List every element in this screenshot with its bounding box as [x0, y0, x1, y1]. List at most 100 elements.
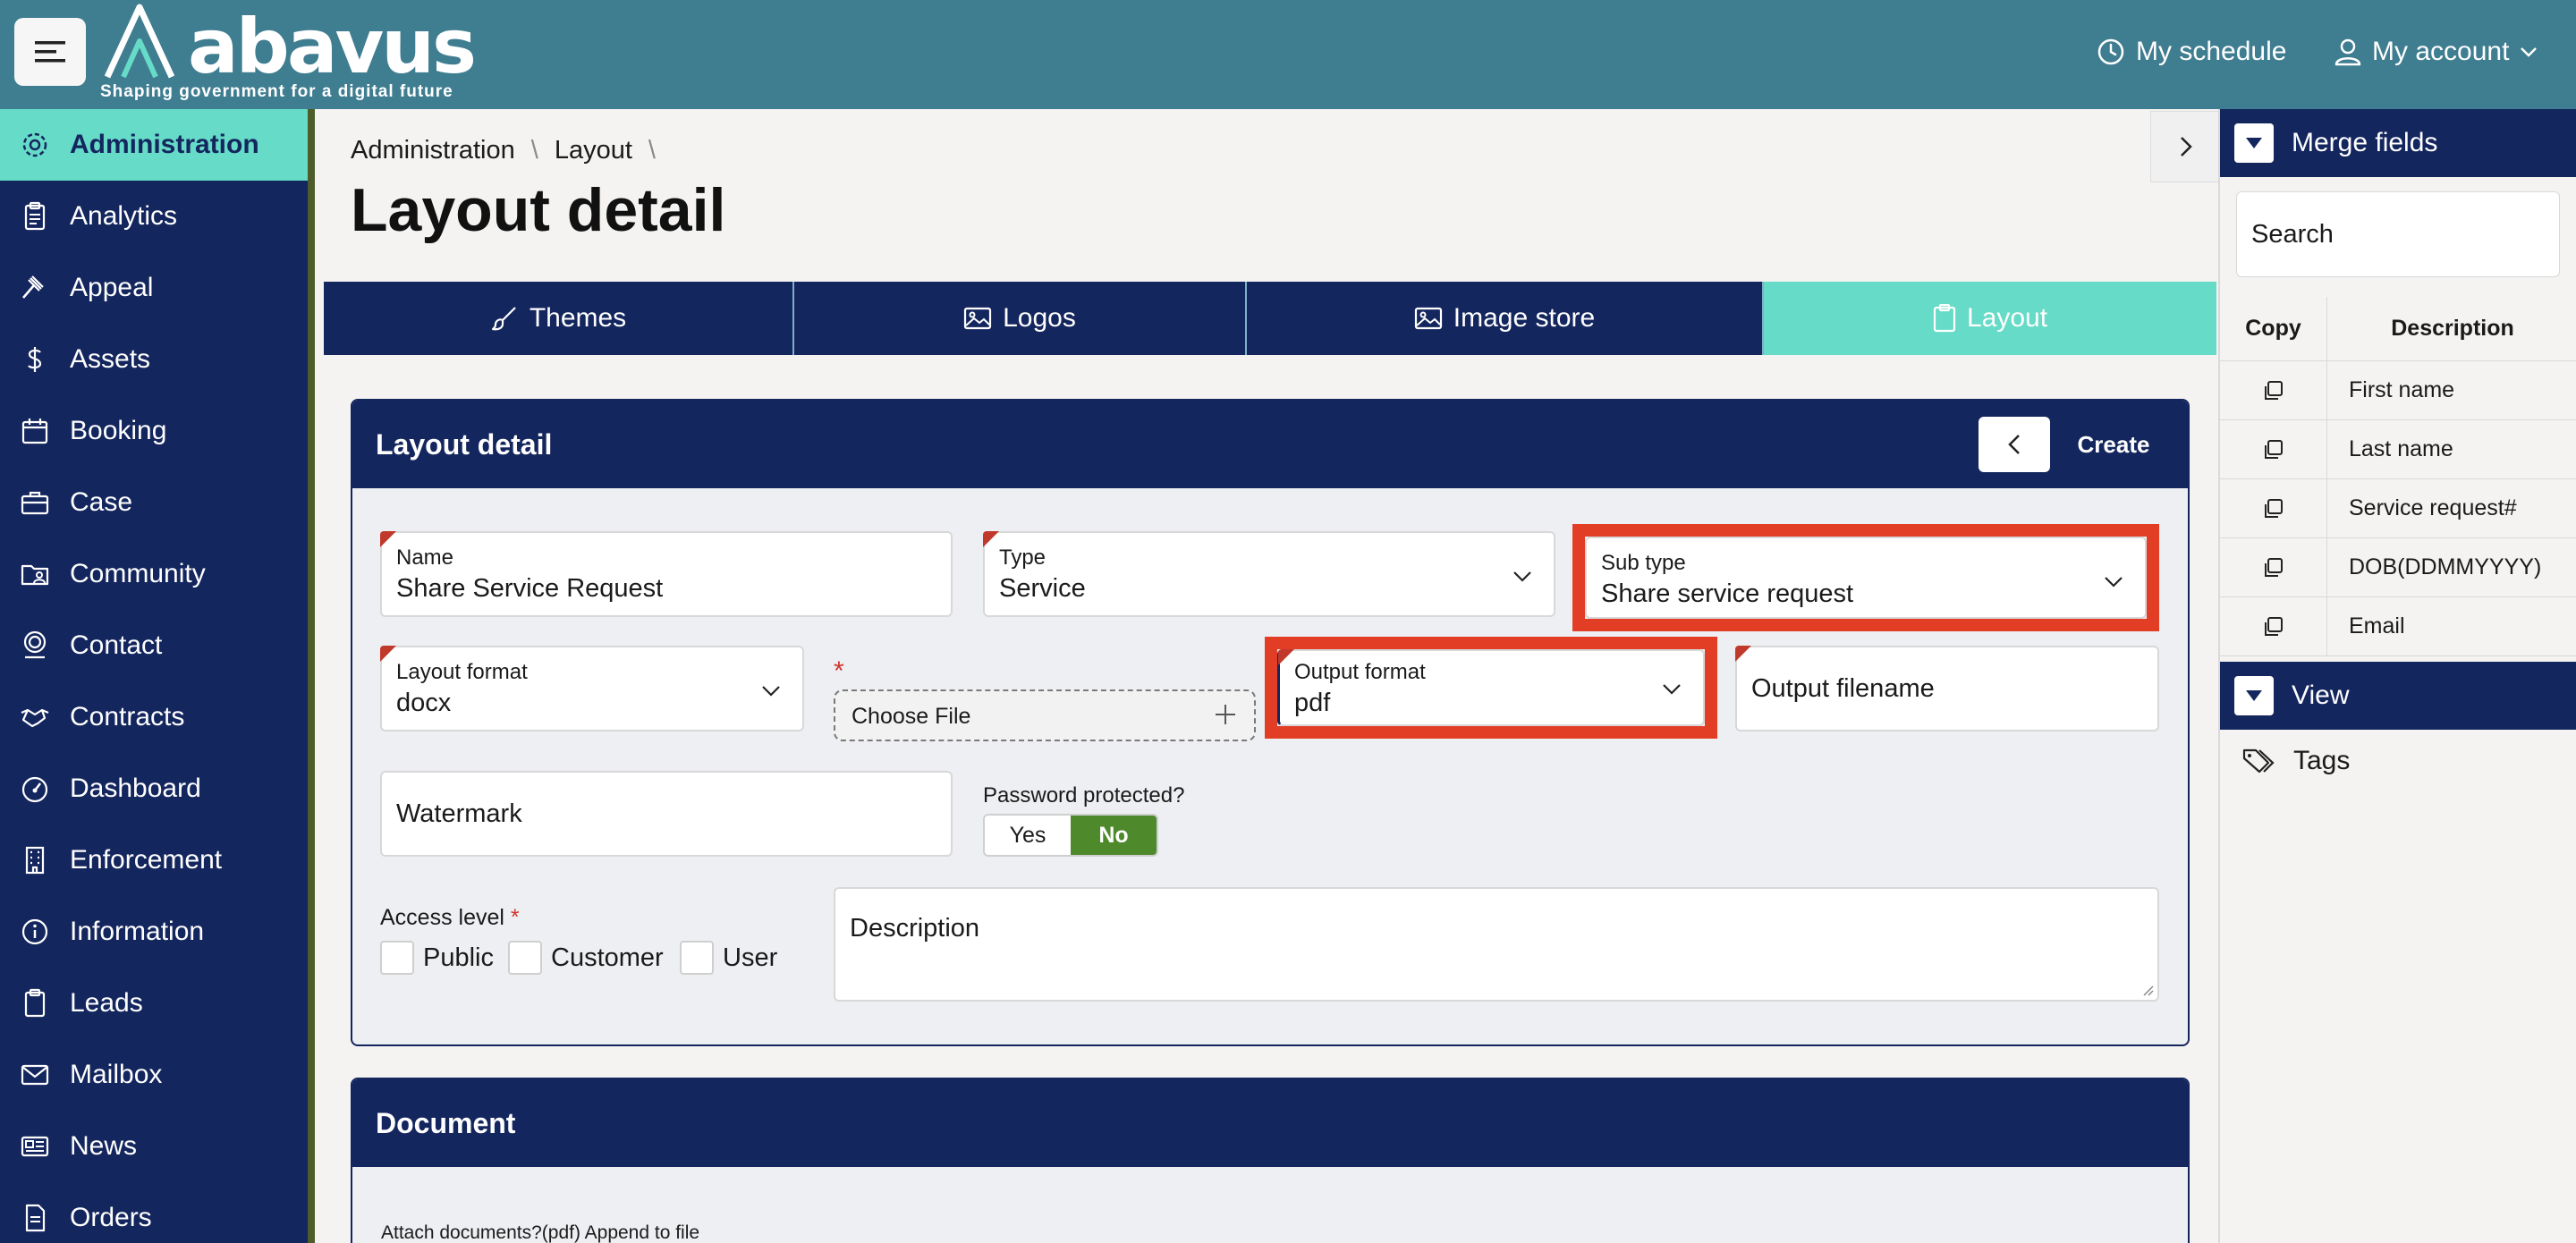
- sidebar-item-label: Leads: [70, 988, 143, 1018]
- back-button[interactable]: [1979, 417, 2050, 472]
- copy-button[interactable]: [2220, 420, 2327, 478]
- password-yes-option[interactable]: Yes: [985, 816, 1071, 855]
- name-field[interactable]: Name Share Service Request: [380, 531, 953, 617]
- field-label: Sub type: [1601, 551, 1686, 575]
- column-header-description: Description: [2391, 316, 2514, 341]
- type-select[interactable]: Type Service: [983, 531, 1555, 617]
- tab-image-store[interactable]: Image store: [1247, 282, 1764, 355]
- choose-file-label: Choose File: [852, 704, 971, 729]
- clipboard-icon: [24, 988, 46, 1018]
- copy-icon: [2264, 439, 2283, 459]
- table-row: First name: [2220, 361, 2576, 420]
- my-schedule-link[interactable]: My schedule: [2097, 32, 2286, 72]
- breadcrumb: Administration \ Layout \: [351, 136, 656, 165]
- sidebar-item-booking[interactable]: Booking: [0, 395, 308, 467]
- sidebar-nav: Administration Analytics Appeal Assets B…: [0, 109, 315, 1243]
- description-textarea[interactable]: Description: [834, 887, 2159, 1002]
- sidebar-item-contact[interactable]: Contact: [0, 610, 308, 681]
- field-value: Share Service Request: [396, 574, 664, 603]
- merge-fields-toggle[interactable]: [2234, 123, 2274, 163]
- collapse-panel-button[interactable]: [2150, 111, 2222, 182]
- sidebar-item-information[interactable]: Information: [0, 896, 308, 968]
- copy-button[interactable]: [2220, 538, 2327, 596]
- password-no-option[interactable]: No: [1071, 816, 1157, 855]
- access-public-checkbox[interactable]: Public: [380, 941, 494, 975]
- sidebar-item-administration[interactable]: Administration: [0, 109, 308, 181]
- my-schedule-label: My schedule: [2136, 37, 2287, 66]
- card-header: Layout detail Create: [352, 401, 2188, 488]
- copy-button[interactable]: [2220, 361, 2327, 419]
- output-format-select[interactable]: Output format pdf: [1277, 649, 1705, 726]
- sub-type-select[interactable]: Sub type Share service request: [1585, 537, 2147, 619]
- field-label: Layout format: [396, 660, 528, 684]
- checkbox-box[interactable]: [680, 941, 714, 975]
- table-row: DOB(DDMMYYYY): [2220, 538, 2576, 597]
- sidebar-item-label: Information: [70, 917, 205, 946]
- sidebar-item-contracts[interactable]: Contracts: [0, 681, 308, 753]
- clipboard-icon: [1933, 304, 1956, 333]
- menu-toggle-button[interactable]: [14, 18, 86, 86]
- copy-icon: [2264, 557, 2283, 577]
- table-row: Service request#: [2220, 479, 2576, 538]
- merge-field-description: Email: [2349, 613, 2405, 638]
- copy-button[interactable]: [2220, 479, 2327, 537]
- sidebar-item-community[interactable]: Community: [0, 538, 308, 610]
- document-icon: [25, 1204, 46, 1232]
- copy-icon: [2264, 616, 2283, 636]
- tab-logos[interactable]: Logos: [794, 282, 1247, 355]
- resize-handle-icon[interactable]: [2141, 984, 2154, 996]
- sidebar-item-enforcement[interactable]: Enforcement: [0, 824, 308, 896]
- checkbox-label: Public: [423, 943, 494, 972]
- create-button[interactable]: Create: [2061, 417, 2166, 472]
- newspaper-icon: [21, 1136, 49, 1157]
- view-toggle[interactable]: [2234, 676, 2274, 715]
- info-icon: [21, 918, 48, 945]
- chevron-down-icon: [1513, 571, 1531, 582]
- sidebar-item-label: Orders: [70, 1203, 152, 1232]
- calendar-icon: [21, 419, 48, 444]
- sidebar-item-assets[interactable]: Assets: [0, 324, 308, 395]
- tag-icon: [2242, 748, 2275, 774]
- tab-themes[interactable]: Themes: [324, 282, 794, 355]
- breadcrumb-item-administration[interactable]: Administration: [351, 136, 515, 165]
- checkbox-box[interactable]: [380, 941, 414, 975]
- merge-fields-header[interactable]: Merge fields: [2220, 109, 2576, 177]
- layout-format-select[interactable]: Layout format docx: [380, 646, 804, 731]
- view-header[interactable]: View: [2220, 662, 2576, 730]
- copy-button[interactable]: [2220, 597, 2327, 655]
- merge-fields-search-input[interactable]: Search: [2236, 191, 2560, 277]
- sidebar-item-label: Dashboard: [70, 774, 201, 803]
- chevron-left-icon: [2008, 435, 2020, 454]
- required-star: *: [510, 905, 520, 930]
- gauge-icon: [21, 776, 48, 803]
- required-star: *: [834, 656, 844, 686]
- breadcrumb-item-layout[interactable]: Layout: [555, 136, 632, 165]
- access-user-checkbox[interactable]: User: [680, 941, 777, 975]
- sidebar-item-mailbox[interactable]: Mailbox: [0, 1039, 308, 1111]
- output-filename-input[interactable]: Output filename: [1735, 646, 2159, 731]
- sidebar-item-news[interactable]: News: [0, 1111, 308, 1182]
- sidebar-item-label: Contracts: [70, 702, 185, 731]
- my-account-menu[interactable]: My account: [2334, 32, 2538, 72]
- access-customer-checkbox[interactable]: Customer: [508, 941, 664, 975]
- sidebar-item-leads[interactable]: Leads: [0, 968, 308, 1039]
- watermark-input[interactable]: Watermark: [380, 771, 953, 857]
- sidebar-item-appeal[interactable]: Appeal: [0, 252, 308, 324]
- sidebar-item-dashboard[interactable]: Dashboard: [0, 753, 308, 824]
- tab-layout[interactable]: Layout: [1764, 282, 2216, 355]
- tags-link[interactable]: Tags: [2241, 746, 2350, 776]
- field-value: Share service request: [1601, 579, 1854, 608]
- field-value: pdf: [1294, 689, 1331, 717]
- brand-logo[interactable]: abavus Shaping government for a digital …: [98, 0, 477, 109]
- tab-label: Layout: [1966, 303, 2048, 333]
- plus-icon: [1216, 705, 1235, 724]
- sidebar-item-orders[interactable]: Orders: [0, 1182, 308, 1243]
- contact-icon: [23, 630, 47, 659]
- sidebar-item-analytics[interactable]: Analytics: [0, 181, 308, 252]
- sidebar-item-label: Administration: [70, 130, 259, 159]
- caret-down-icon: [2246, 690, 2262, 701]
- sidebar-item-case[interactable]: Case: [0, 467, 308, 538]
- choose-file-button[interactable]: Choose File: [834, 689, 1256, 741]
- checkbox-box[interactable]: [508, 941, 542, 975]
- required-marker: [1735, 646, 1751, 662]
